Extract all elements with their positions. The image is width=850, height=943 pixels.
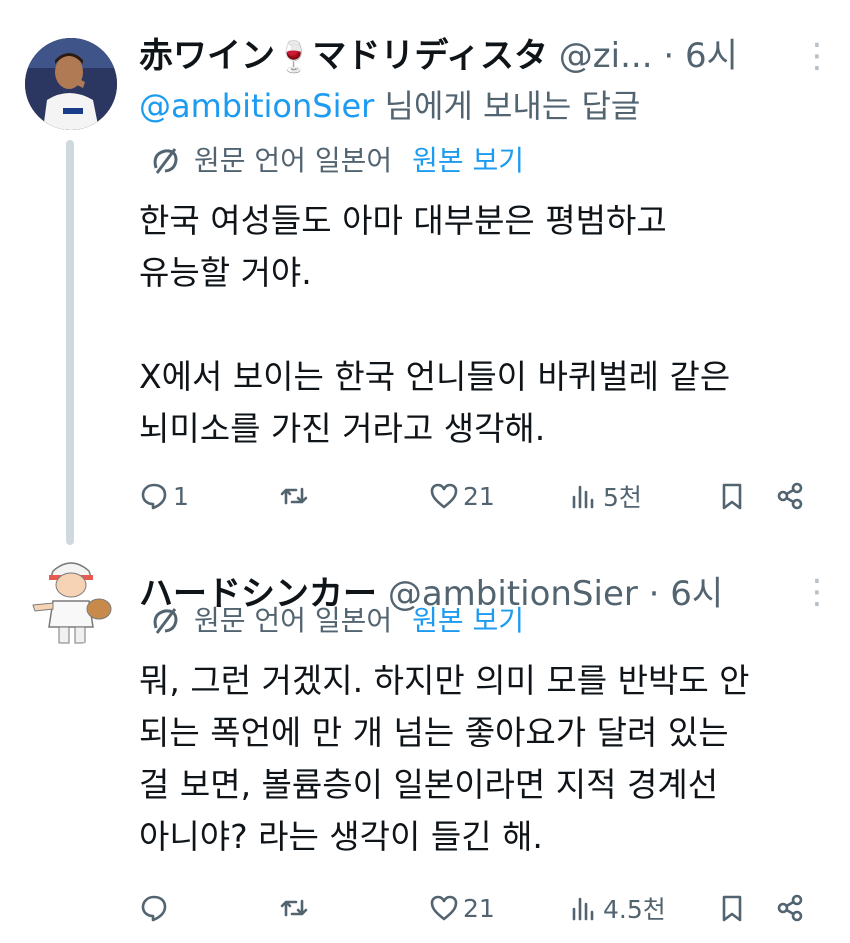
view-count: 4.5천 [603,895,666,924]
retweet-icon [280,487,308,505]
reply-mention-link[interactable]: @ambitionSier [139,87,374,125]
share-button[interactable] [775,886,805,930]
reply-button[interactable] [139,886,173,930]
translation-label: 원문 언어 일본어 [194,604,393,637]
handle[interactable]: @zi... [559,36,653,76]
display-name[interactable]: 赤ワイン🍷マドリディスタ [139,36,548,76]
translation-label: 원문 언어 일본어 [194,144,393,177]
tweet-header: 赤ワイン🍷マドリディスタ @zi... · 6시 [139,30,738,82]
share-button[interactable] [775,474,805,518]
bookmark-button[interactable] [717,474,747,518]
reply-context-suffix: 님에게 보내는 답글 [374,87,641,125]
heart-icon [430,483,458,509]
retweet-button[interactable] [279,474,313,518]
show-original-link[interactable]: 원본 보기 [412,141,524,181]
separator: · [663,36,675,76]
more-vertical-icon[interactable]: ⋮ [800,38,834,74]
reply-icon [141,895,167,922]
bookmark-icon [722,895,742,922]
translate-icon [153,148,178,174]
translate-icon [153,608,178,634]
avatar[interactable] [25,553,117,645]
like-count: 21 [463,893,495,923]
show-original-link[interactable]: 원본 보기 [412,601,524,641]
avatar[interactable] [25,38,117,130]
tweet[interactable]: ハードシンカー @ambitionSier · 6시 ⋮ 원문 언어 일본어 원… [0,543,850,943]
thread-line [66,140,74,545]
views-chart-icon [572,485,594,509]
action-bar: 21 4.5천 [139,886,829,930]
wine-emoji: 🍷 [275,40,313,75]
reply-context: @ambitionSier 님에게 보내는 답글 [139,84,640,128]
retweet-icon [280,899,308,917]
like-button[interactable]: 21 [429,886,495,930]
tweet-text: 뭐, 그런 거겠지. 하지만 의미 모를 반박도 안 되는 폭언에 만 개 넘는… [139,661,750,856]
retweet-button[interactable] [279,886,313,930]
timestamp[interactable]: 6시 [685,36,738,76]
views-button[interactable]: 5천 [569,474,642,518]
tweet-text: 한국 여성들도 아마 대부분은 평범하고 유능할 거야. X에서 보이는 한국 … [139,201,731,448]
views-button[interactable]: 4.5천 [569,886,666,930]
heart-icon [430,895,458,921]
reply-button[interactable]: 1 [139,474,189,518]
translation-notice: 원문 언어 일본어 원본 보기 [148,141,524,181]
share-icon [777,894,803,922]
like-count: 21 [463,481,495,511]
more-vertical-icon[interactable]: ⋮ [800,574,834,610]
bookmark-button[interactable] [717,886,747,930]
view-count: 5천 [603,483,642,512]
like-button[interactable]: 21 [429,474,495,518]
views-chart-icon [572,897,594,921]
share-icon [777,482,803,510]
translation-notice: 원문 언어 일본어 원본 보기 [148,601,524,641]
separator: · [648,574,660,614]
timestamp[interactable]: 6시 [670,574,723,614]
tweet[interactable]: 赤ワイン🍷マドリディスタ @zi... · 6시 ⋮ @ambitionSier… [0,0,850,545]
action-bar: 1 21 5천 [139,474,829,518]
bookmark-icon [722,483,742,510]
reply-count: 1 [173,481,189,511]
reply-icon [141,483,167,510]
